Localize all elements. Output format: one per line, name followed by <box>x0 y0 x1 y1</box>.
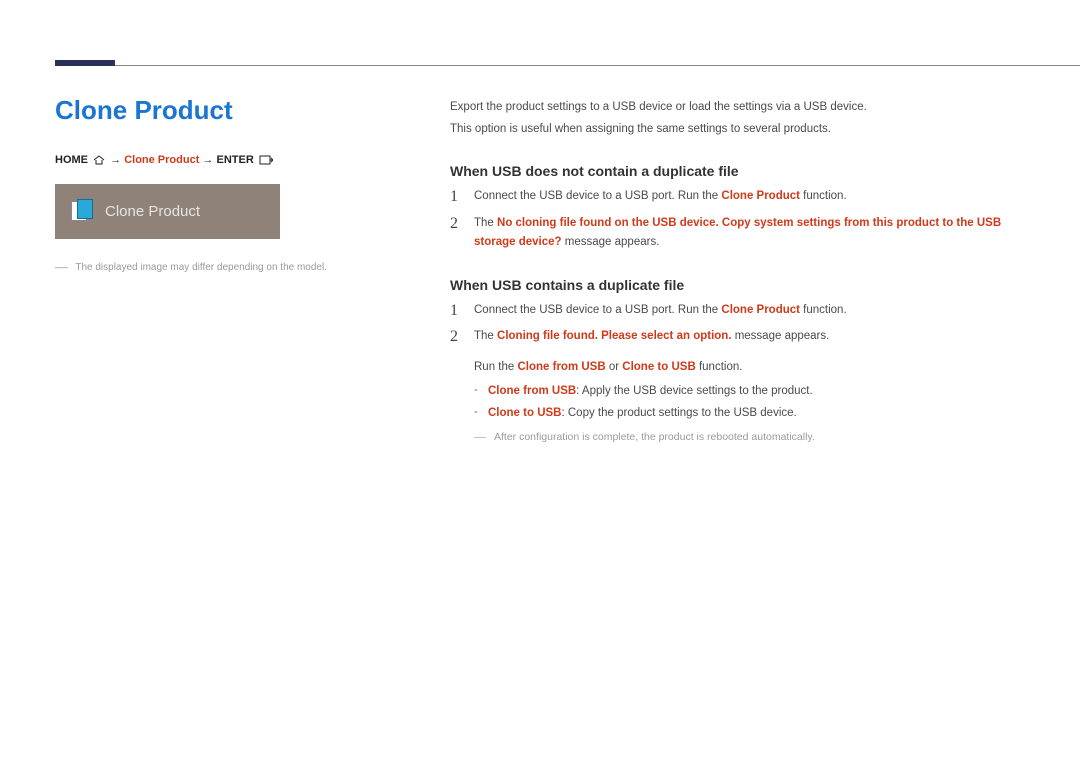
clone-product-icon <box>69 199 95 225</box>
text: The <box>474 330 497 342</box>
breadcrumb-clone-product: Clone Product <box>124 154 199 166</box>
final-note: ― After configuration is complete, the p… <box>474 429 1040 446</box>
section-b-step-2: 2 The Cloning file found. Please select … <box>450 327 1040 348</box>
step-number-2: 2 <box>450 214 474 235</box>
breadcrumb-enter: ENTER <box>216 154 253 166</box>
clone-to-usb-ref: Clone to USB <box>622 361 695 373</box>
text: : Copy the product settings to the USB d… <box>561 407 796 419</box>
left-column: Clone Product HOME → Clone Product → ENT… <box>55 95 335 275</box>
dash-icon: - <box>474 404 488 422</box>
cloning-found-msg: Cloning file found. Please select an opt… <box>497 330 732 342</box>
step-number-1: 1 <box>450 301 474 322</box>
step-number-1: 1 <box>450 187 474 208</box>
clone-to-usb-label: Clone to USB <box>488 407 561 419</box>
header-tab <box>55 60 115 66</box>
clone-from-usb-ref: Clone from USB <box>517 361 605 373</box>
section-b-heading: When USB contains a duplicate file <box>450 277 1040 293</box>
breadcrumb-home: HOME <box>55 154 88 166</box>
clone-from-usb-item: - Clone from USB: Apply the USB device s… <box>474 382 1040 400</box>
section-a-step-1-body: Connect the USB device to a USB port. Ru… <box>474 187 1040 207</box>
section-a-heading: When USB does not contain a duplicate fi… <box>450 163 1040 179</box>
intro-line-1: Export the product settings to a USB dev… <box>450 98 1040 116</box>
clone-product-card-label: Clone Product <box>105 203 200 220</box>
text: or <box>606 361 623 373</box>
section-b-step-1: 1 Connect the USB device to a USB port. … <box>450 301 1040 322</box>
text: function. <box>800 190 847 202</box>
clone-from-usb-label: Clone from USB <box>488 385 576 397</box>
section-a-step-2: 2 The No cloning file found on the USB d… <box>450 214 1040 253</box>
breadcrumb-arrow-1: → <box>110 154 121 166</box>
text: The <box>474 217 497 229</box>
clone-to-usb-item: - Clone to USB: Copy the product setting… <box>474 404 1040 422</box>
note-dash-icon: ― <box>55 259 68 274</box>
breadcrumb-arrow-2: → <box>202 154 213 166</box>
right-column: Export the product settings to a USB dev… <box>450 98 1040 445</box>
section-b-step-1-body: Connect the USB device to a USB port. Ru… <box>474 301 1040 321</box>
header-rule <box>115 65 1080 66</box>
dash-icon: - <box>474 382 488 400</box>
text: message appears. <box>732 330 830 342</box>
text: Connect the USB device to a USB port. Ru… <box>474 190 721 202</box>
intro-line-2: This option is useful when assigning the… <box>450 120 1040 138</box>
note-dash-icon: ― <box>474 429 494 444</box>
text: function. <box>800 304 847 316</box>
text: : Apply the USB device settings to the p… <box>576 385 813 397</box>
clone-product-ref: Clone Product <box>721 190 800 202</box>
clone-product-card: Clone Product <box>55 184 280 239</box>
home-icon <box>93 155 105 165</box>
breadcrumb: HOME → Clone Product → ENTER <box>55 154 335 166</box>
left-note-text: The displayed image may differ depending… <box>75 262 327 273</box>
text: message appears. <box>562 236 660 248</box>
enter-icon <box>259 155 273 165</box>
text: function. <box>696 361 743 373</box>
page-title: Clone Product <box>55 95 335 126</box>
left-note: ― The displayed image may differ dependi… <box>55 259 335 275</box>
run-instruction: Run the Clone from USB or Clone to USB f… <box>474 358 1040 378</box>
clone-product-ref: Clone Product <box>721 304 800 316</box>
step-number-2: 2 <box>450 327 474 348</box>
no-cloning-msg: No cloning file found on the USB device.… <box>474 217 1001 249</box>
section-b-step-2-body: The Cloning file found. Please select an… <box>474 327 1040 347</box>
final-note-text: After configuration is complete, the pro… <box>494 429 815 446</box>
text: Run the <box>474 361 517 373</box>
section-a-step-2-body: The No cloning file found on the USB dev… <box>474 214 1040 253</box>
text: Connect the USB device to a USB port. Ru… <box>474 304 721 316</box>
section-a-step-1: 1 Connect the USB device to a USB port. … <box>450 187 1040 208</box>
